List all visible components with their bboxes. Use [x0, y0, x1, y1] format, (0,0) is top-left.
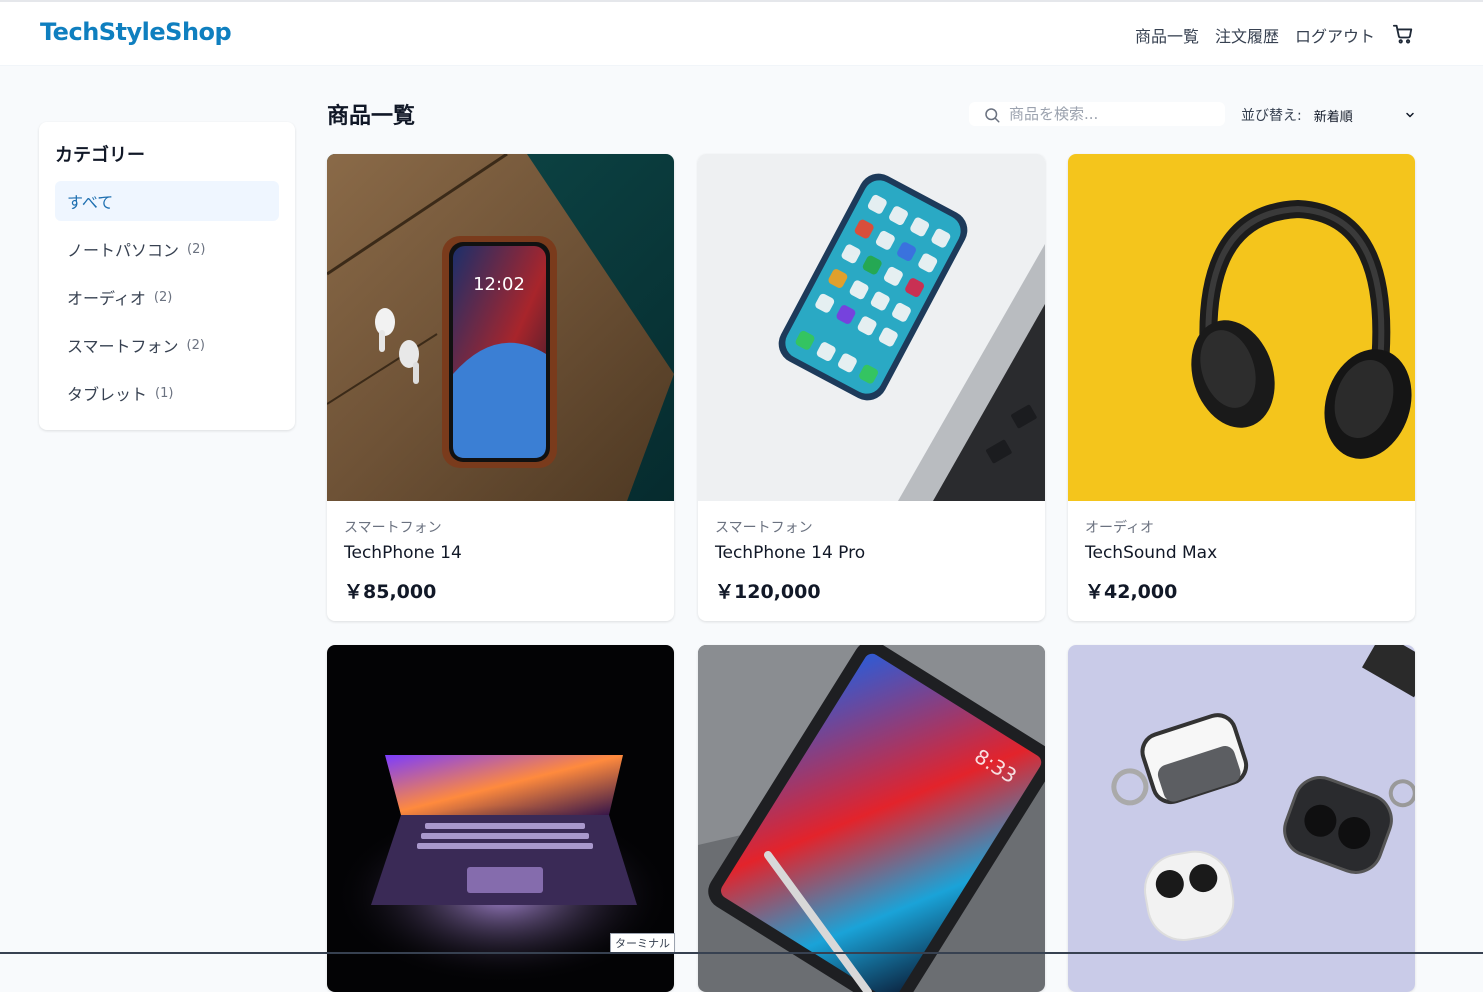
- product-category: スマートフォン: [344, 520, 442, 536]
- search-input[interactable]: [1009, 103, 1209, 125]
- product-image[interactable]: [698, 154, 1045, 501]
- page-title: 商品一覧: [327, 104, 416, 129]
- product-price: ￥85,000: [344, 581, 437, 603]
- nav-logout-link[interactable]: ログアウト: [1295, 23, 1375, 47]
- site-header: TechStyleShop 商品一覧 注文履歴 ログアウト: [0, 2, 1483, 66]
- category-label: ノートパソコン: [67, 241, 180, 260]
- chevron-down-icon: [1405, 112, 1414, 118]
- category-list: すべて ノートパソコン (2) オーディオ (2) スマートフォン (2) タブ…: [55, 181, 279, 413]
- cart-icon[interactable]: [1392, 23, 1414, 45]
- product-card[interactable]: 12:02 スマートフォン TechPhone 14 ￥85,000: [327, 154, 674, 621]
- product-card[interactable]: 8:33: [698, 645, 1045, 992]
- category-title: カテゴリー: [55, 145, 145, 166]
- category-label: タブレット: [67, 385, 148, 404]
- category-label: オーディオ: [67, 289, 146, 308]
- product-image[interactable]: [1068, 645, 1415, 992]
- category-item-laptop[interactable]: ノートパソコン (2): [55, 229, 279, 269]
- product-card[interactable]: オーディオ TechSound Max ￥42,000: [1068, 154, 1415, 621]
- product-name: TechPhone 14: [344, 543, 462, 563]
- category-label: すべて: [67, 193, 114, 212]
- product-name: TechPhone 14 Pro: [715, 543, 866, 563]
- nav-products-link[interactable]: 商品一覧: [1135, 23, 1199, 47]
- product-card[interactable]: スマートフォン TechPhone 14 Pro ￥120,000: [698, 154, 1045, 621]
- sort-label: 並び替え:: [1241, 108, 1302, 124]
- svg-text:12:02: 12:02: [473, 274, 525, 295]
- nav-orders-link[interactable]: 注文履歴: [1215, 23, 1279, 47]
- product-image[interactable]: [1068, 154, 1415, 501]
- product-category: オーディオ: [1085, 520, 1155, 536]
- category-count: (2): [186, 337, 205, 353]
- category-label: スマートフォン: [67, 337, 179, 356]
- product-name: TechSound Max: [1085, 543, 1218, 563]
- site-logo[interactable]: TechStyleShop: [40, 18, 232, 46]
- sort-value: 新着順: [1313, 109, 1353, 125]
- product-category: スマートフォン: [715, 520, 813, 536]
- sort-select[interactable]: 新着順: [1314, 104, 1416, 126]
- main-nav: 商品一覧 注文履歴 ログアウト: [1135, 23, 1375, 47]
- search-icon: [985, 108, 1000, 123]
- category-item-tablet[interactable]: タブレット (1): [55, 373, 279, 413]
- sort-control: 並び替え: 新着順: [1241, 104, 1416, 126]
- tooltip: ターミナル: [610, 933, 675, 953]
- product-image[interactable]: 8:33: [698, 645, 1045, 992]
- product-image[interactable]: 12:02: [327, 154, 674, 501]
- category-count: (2): [153, 289, 173, 305]
- product-price: ￥42,000: [1085, 581, 1178, 603]
- category-item-audio[interactable]: オーディオ (2): [55, 277, 279, 317]
- product-price: ￥120,000: [715, 581, 821, 603]
- category-count: (2): [187, 241, 206, 257]
- product-card[interactable]: [1068, 645, 1415, 992]
- category-item-all[interactable]: すべて: [55, 181, 279, 221]
- category-count: (1): [155, 385, 174, 401]
- category-sidebar: カテゴリー すべて ノートパソコン (2) オーディオ (2) スマートフォン …: [39, 122, 295, 430]
- search-box: [969, 102, 1225, 126]
- category-item-smartphone[interactable]: スマートフォン (2): [55, 325, 279, 365]
